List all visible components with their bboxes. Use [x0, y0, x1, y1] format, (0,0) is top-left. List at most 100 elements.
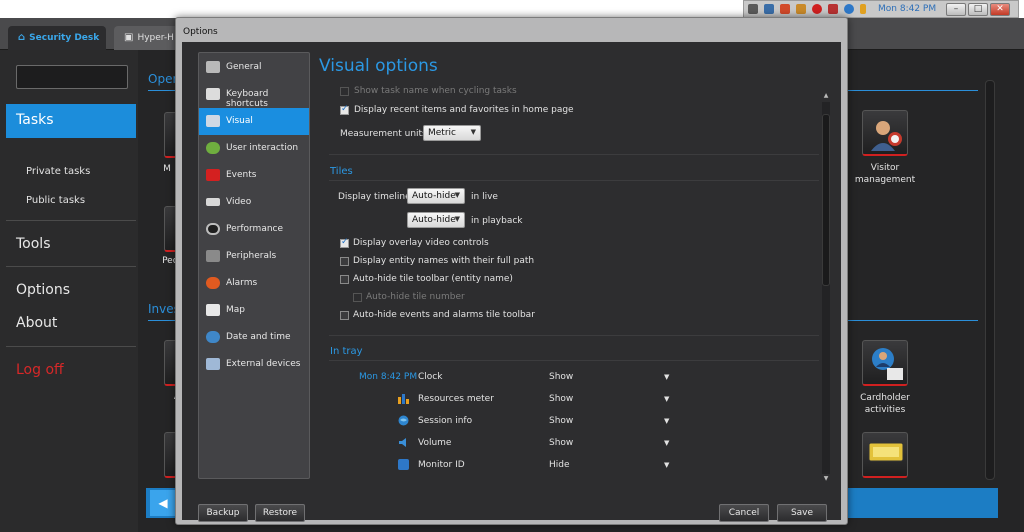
- home-icon: ⌂: [18, 32, 26, 43]
- tray-item-session-value[interactable]: Show: [549, 416, 573, 426]
- notification-badge-icon[interactable]: [812, 4, 822, 14]
- left-navigation: Tasks Private tasks Public tasks Tools O…: [0, 50, 138, 532]
- autohide-toolbar-checkbox[interactable]: [340, 275, 349, 284]
- chevron-down-icon[interactable]: ▼: [664, 373, 669, 381]
- scroll-down-icon[interactable]: ▼: [822, 475, 830, 482]
- autohide-number-label: Auto-hide tile number: [366, 292, 465, 302]
- general-icon: [206, 61, 220, 73]
- nav-item-log-off[interactable]: Log off: [16, 362, 64, 378]
- timeline-playback-select[interactable]: Auto-hide ▼: [407, 212, 465, 228]
- full-path-checkbox[interactable]: [340, 257, 349, 266]
- category-map[interactable]: Map: [199, 297, 309, 324]
- restore-button[interactable]: Restore: [255, 504, 305, 522]
- category-events[interactable]: Events: [199, 162, 309, 189]
- tab-security-desk[interactable]: ⌂ Security Desk: [8, 26, 106, 50]
- maximize-button[interactable]: □: [968, 3, 988, 16]
- scroll-up-icon[interactable]: ▲: [822, 92, 830, 99]
- chevron-down-icon: ▼: [454, 191, 460, 199]
- show-task-name-label: Show task name when cycling tasks: [354, 86, 517, 96]
- globe-tray-icon[interactable]: [844, 4, 854, 14]
- display-timeline-label: Display timeline:: [338, 192, 414, 202]
- category-keyboard-shortcuts[interactable]: Keyboard shortcuts: [199, 81, 309, 109]
- overlay-controls-label: Display overlay video controls: [353, 238, 489, 248]
- nav-divider: [6, 266, 136, 267]
- full-path-label: Display entity names with their full pat…: [353, 256, 535, 266]
- chevron-down-icon[interactable]: ▼: [664, 461, 669, 469]
- options-category-list: General Keyboard shortcuts Visual User i…: [198, 52, 310, 479]
- visual-icon: [206, 115, 220, 127]
- options-scrollbar[interactable]: ▲ ▼: [822, 92, 830, 484]
- network-tray-icon[interactable]: [764, 4, 774, 14]
- autohide-number-checkbox[interactable]: [353, 293, 362, 302]
- tray-item-clock-value[interactable]: Show: [549, 372, 573, 382]
- tray-item-clock-label: Clock: [418, 372, 443, 382]
- measurement-units-select[interactable]: Metric ▼: [423, 125, 481, 141]
- back-button[interactable]: ◀: [150, 490, 176, 516]
- nav-item-tasks[interactable]: Tasks: [6, 104, 136, 138]
- overlay-controls-checkbox[interactable]: [340, 237, 349, 248]
- tile-visitor-management[interactable]: [862, 110, 908, 156]
- speaker-tray-icon[interactable]: [796, 4, 806, 14]
- peripherals-icon: [206, 250, 220, 262]
- nav-item-options[interactable]: Options: [16, 282, 70, 298]
- visual-options-panel: Show task name when cycling tasks Displa…: [319, 82, 829, 480]
- category-alarms[interactable]: Alarms: [199, 270, 309, 297]
- hyper-tab-icon: ▣: [124, 32, 134, 43]
- clock-preview: Mon 8:42 PM: [359, 372, 418, 382]
- category-general[interactable]: General: [199, 54, 309, 81]
- category-video[interactable]: Video: [199, 189, 309, 216]
- autohide-events-checkbox[interactable]: [340, 311, 349, 320]
- tray-section-header: In tray: [330, 346, 363, 357]
- save-button[interactable]: Save: [777, 504, 827, 522]
- category-external-devices[interactable]: External devices: [199, 351, 309, 378]
- measurement-units-label: Measurement units:: [340, 129, 430, 139]
- recent-items-label: Display recent items and favorites in ho…: [354, 105, 574, 115]
- minimize-button[interactable]: –: [946, 3, 966, 16]
- category-peripherals[interactable]: Peripherals: [199, 243, 309, 270]
- arrow-left-icon: ◀: [158, 496, 168, 510]
- chevron-down-icon[interactable]: ▼: [664, 439, 669, 447]
- visitor-management-icon: [871, 121, 902, 151]
- tray-item-volume-value[interactable]: Show: [549, 438, 573, 448]
- home-page-scrollbar[interactable]: [985, 80, 995, 480]
- system-tray: Mon 8:42 PM – □ ✕: [743, 0, 1019, 18]
- alert-tray-icon[interactable]: [780, 4, 790, 14]
- video-icon: [206, 198, 220, 206]
- nav-item-about[interactable]: About: [16, 315, 57, 331]
- in-live-label: in live: [471, 192, 498, 202]
- resources-tray-icon[interactable]: [860, 4, 866, 14]
- close-window-button[interactable]: ✕: [990, 3, 1010, 16]
- chevron-down-icon: ▼: [470, 128, 476, 136]
- session-info-icon: [398, 415, 409, 426]
- tile-cardholder-activities[interactable]: [862, 340, 908, 386]
- tile-license-plate[interactable]: [862, 432, 908, 478]
- category-date-and-time[interactable]: Date and time: [199, 324, 309, 351]
- chevron-down-icon: ▼: [454, 215, 460, 223]
- tray-item-monitor-value[interactable]: Hide: [549, 460, 570, 470]
- scrollbar-thumb[interactable]: [822, 114, 830, 286]
- section-divider: [329, 180, 819, 181]
- chevron-down-icon[interactable]: ▼: [664, 395, 669, 403]
- nav-search-input[interactable]: [16, 65, 128, 89]
- nav-item-tools[interactable]: Tools: [16, 236, 51, 252]
- chevron-down-icon[interactable]: ▼: [664, 417, 669, 425]
- backup-button[interactable]: Backup: [198, 504, 248, 522]
- flag-tray-icon[interactable]: [828, 4, 838, 14]
- recent-items-checkbox[interactable]: [340, 104, 349, 115]
- autohide-events-label: Auto-hide events and alarms tile toolbar: [353, 310, 535, 320]
- category-performance[interactable]: Performance: [199, 216, 309, 243]
- tray-item-resources-value[interactable]: Show: [549, 394, 573, 404]
- category-user-interaction[interactable]: User interaction: [199, 135, 309, 162]
- nav-selected-arrow: [122, 104, 136, 138]
- section-divider: [329, 335, 819, 336]
- tray-item-session-label: Session info: [418, 416, 473, 426]
- nav-item-private-tasks[interactable]: Private tasks: [26, 166, 90, 177]
- timeline-live-select[interactable]: Auto-hide ▼: [407, 188, 465, 204]
- date-time-icon: [206, 331, 220, 343]
- nav-item-public-tasks[interactable]: Public tasks: [26, 195, 85, 206]
- cancel-button[interactable]: Cancel: [719, 504, 769, 522]
- visual-options-heading: Visual options: [319, 56, 438, 76]
- show-task-name-checkbox[interactable]: [340, 87, 349, 96]
- category-visual[interactable]: Visual: [199, 108, 309, 135]
- app-tray-icon[interactable]: [748, 4, 758, 14]
